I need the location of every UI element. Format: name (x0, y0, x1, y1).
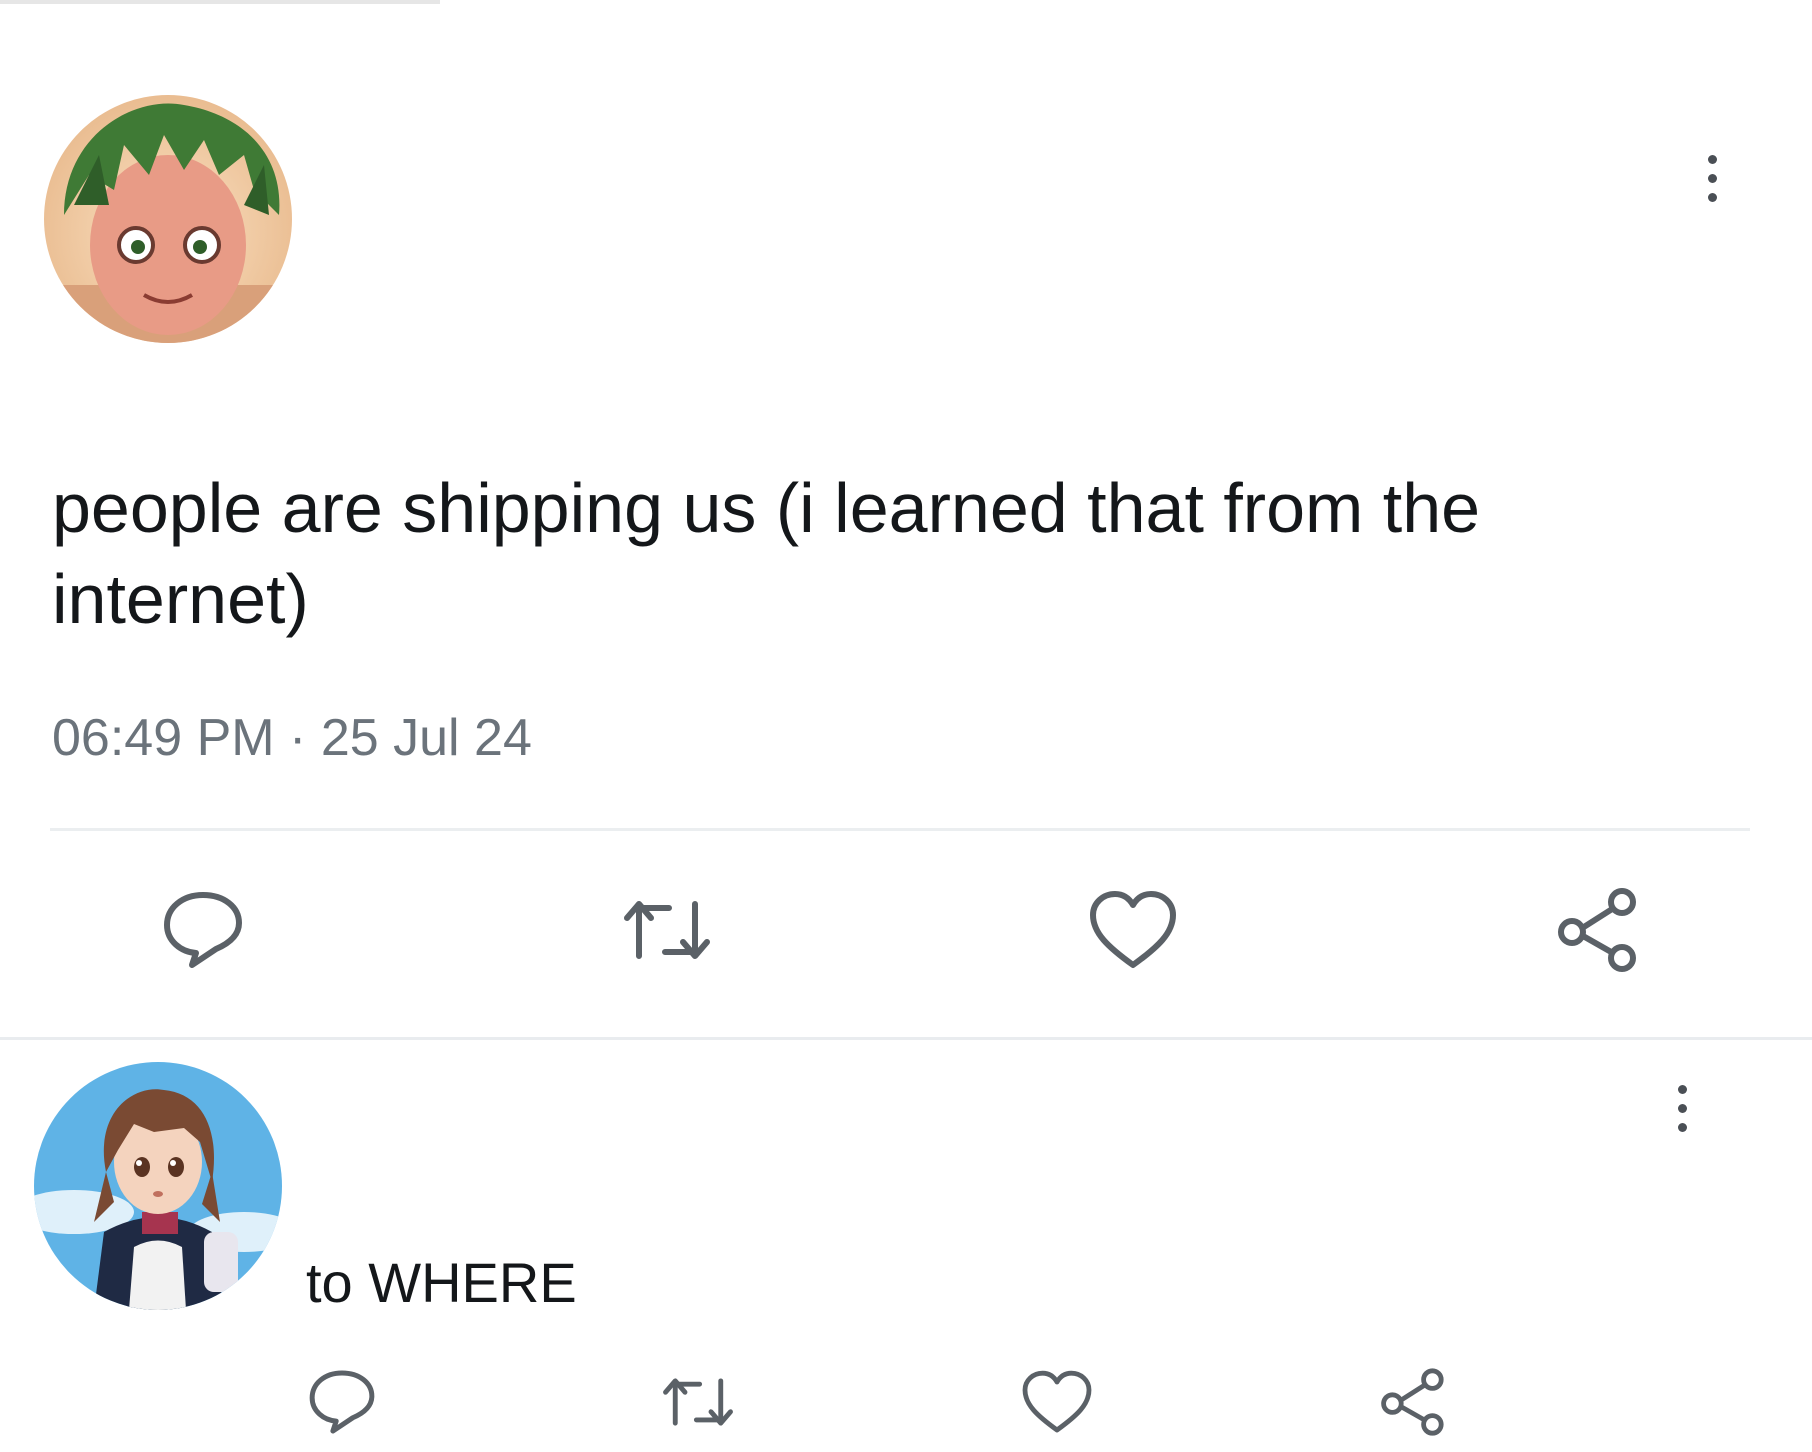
main-action-bar (0, 880, 1812, 990)
main-tweet-timestamp: 06:49 PM · 25 Jul 24 (52, 708, 532, 768)
divider (50, 828, 1750, 831)
tweet-date: 25 Jul 24 (320, 709, 532, 767)
retweet-icon (663, 1378, 733, 1426)
reply-tweet-avatar[interactable] (34, 1062, 282, 1310)
reply-tweet-text: to WHERE (306, 1251, 577, 1314)
retweet-button[interactable] (648, 1352, 748, 1452)
main-more-button[interactable] (1697, 138, 1727, 218)
share-icon (1381, 1368, 1444, 1436)
anime-boy-avatar-icon (44, 95, 292, 343)
tweet-time: 06:49 PM (52, 709, 275, 767)
reply-icon (164, 892, 242, 968)
heart-icon (1090, 891, 1176, 968)
share-button[interactable] (1364, 1352, 1464, 1452)
like-button[interactable] (1083, 880, 1183, 980)
like-button[interactable] (1007, 1352, 1107, 1452)
main-tweet: people are shipping us (i learned that f… (0, 0, 1812, 1040)
more-dot (1707, 192, 1717, 202)
tweet-separator (0, 1037, 1812, 1040)
more-dot (1677, 1084, 1687, 1094)
reply-button[interactable] (292, 1352, 392, 1452)
reply-icon (309, 1370, 375, 1434)
more-dot (1677, 1103, 1687, 1113)
share-icon (1558, 888, 1636, 972)
retweet-button[interactable] (617, 880, 717, 980)
reply-more-button[interactable] (1667, 1068, 1697, 1148)
share-button[interactable] (1549, 880, 1649, 980)
main-tweet-text: people are shipping us (i learned that f… (52, 469, 1481, 638)
more-dot (1677, 1122, 1687, 1132)
main-tweet-avatar[interactable] (44, 95, 292, 343)
more-dot (1707, 173, 1717, 183)
anime-girl-avatar-icon (34, 1062, 282, 1310)
retweet-icon (624, 901, 710, 959)
reply-button[interactable] (153, 880, 253, 980)
more-dot (1707, 154, 1717, 164)
heart-icon (1022, 1370, 1092, 1433)
reply-action-bar (0, 1360, 1812, 1450)
timestamp-separator: · (289, 709, 307, 767)
